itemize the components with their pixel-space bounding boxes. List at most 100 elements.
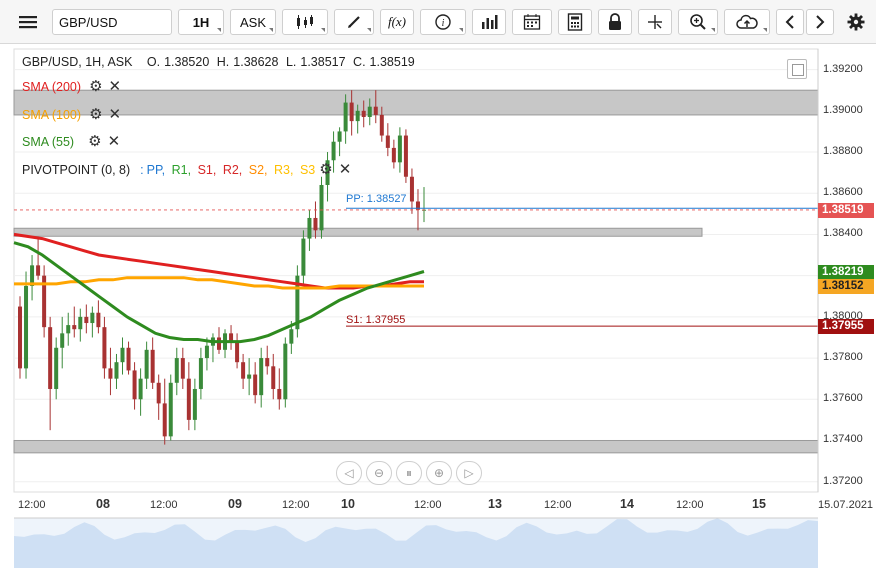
gear-icon[interactable]: ⚙	[319, 162, 332, 177]
legend-pivot-item: R1,	[168, 163, 192, 177]
candle-body	[307, 217, 312, 239]
legend-pivot-item: PP,	[146, 163, 166, 177]
open-label: O.	[146, 55, 161, 69]
ohlc-header: GBP/USD, 1H, ASK O. 1.38520 H. 1.38628 L. 1…	[22, 55, 419, 69]
pp-annotation: PP: 1.38527	[346, 193, 407, 205]
close-icon[interactable]: ✕	[108, 134, 121, 149]
price-tick-label: 1.39200	[823, 62, 863, 75]
zoom-out-button[interactable]: ⊖	[366, 461, 392, 485]
expand-icon[interactable]	[787, 59, 807, 79]
gear-icon[interactable]	[842, 9, 870, 35]
svg-text:i: i	[442, 18, 445, 29]
gear-icon[interactable]: ⚙	[89, 107, 102, 122]
candle-body	[180, 358, 185, 379]
price-tick-label: 1.39000	[823, 103, 863, 116]
close-icon[interactable]: ✕	[109, 107, 122, 122]
candle-body	[337, 131, 342, 142]
legend-sma100[interactable]: SMA (100) ⚙ ✕	[22, 107, 122, 122]
sr-zone	[13, 439, 819, 454]
instrument-label: GBP/USD, 1H, ASK	[22, 55, 133, 69]
function-label: f(x)	[387, 14, 407, 29]
legend-pivot-item: R3,	[270, 163, 294, 177]
price-tick-label: 1.38800	[823, 145, 863, 158]
price-tick-label: 1.38400	[823, 227, 863, 240]
symbol-input[interactable]: GBP/USD	[52, 9, 172, 35]
calculator-icon[interactable]	[558, 9, 592, 35]
legend-sma100-label: SMA (100)	[22, 108, 82, 122]
price-chart[interactable]	[0, 44, 876, 571]
legend-sma200-label: SMA (200)	[22, 80, 82, 94]
time-tick-label: 12:00	[18, 499, 46, 511]
legend-pivot-items: PP, R1, S1, R2, S2, R3, S3	[144, 163, 316, 177]
candle-body	[24, 285, 29, 369]
candle-body	[391, 147, 396, 163]
candle-body	[156, 382, 161, 404]
time-tick-label: 12:00	[282, 499, 310, 511]
close-icon[interactable]: ✕	[109, 79, 122, 94]
price-tick-label: 1.37600	[823, 392, 863, 405]
legend-sma200[interactable]: SMA (200) ⚙ ✕	[22, 79, 122, 94]
legend-pivot-label: PIVOTPOINT (0, 8)	[22, 163, 131, 177]
bar-chart-icon[interactable]	[472, 9, 506, 35]
price-tick-label: 1.38600	[823, 186, 863, 199]
price-tag: 1.38152	[818, 278, 874, 294]
candle-body	[108, 368, 113, 379]
chevron-right-icon[interactable]	[806, 9, 834, 35]
candle-body	[18, 306, 22, 369]
chart-area[interactable]: GBP/USD, 1H, ASK O. 1.38520 H. 1.38628 L. 1…	[0, 44, 876, 571]
timeframe-select[interactable]: 1H	[178, 9, 224, 35]
toolbar: GBP/USD 1H ASK f(x) i	[0, 0, 876, 44]
price-tag: 1.37955	[818, 319, 874, 335]
time-tick-label: 10	[341, 497, 355, 511]
candle-body	[277, 388, 282, 400]
close-icon[interactable]: ✕	[339, 162, 352, 177]
candle-body	[385, 135, 390, 148]
candle-body	[313, 217, 318, 231]
candle-body	[271, 366, 276, 389]
legend-pivotpoint[interactable]: PIVOTPOINT (0, 8) : PP, R1, S1, R2, S2, …	[22, 162, 352, 177]
price-tick-label: 1.37800	[823, 351, 863, 364]
timeframe-label: 1H	[192, 14, 210, 30]
candle-body	[66, 325, 71, 334]
candle-body	[186, 378, 191, 420]
time-tick-label: 13	[488, 497, 502, 511]
candle-body	[355, 110, 360, 122]
candle-body	[265, 358, 270, 367]
chevron-left-icon[interactable]	[776, 9, 804, 35]
draw-pen-icon[interactable]	[334, 9, 374, 35]
candlestick-icon[interactable]	[282, 9, 328, 35]
lock-icon[interactable]	[598, 9, 632, 35]
low-label: L.	[285, 55, 297, 69]
time-tick-label: 15	[752, 497, 766, 511]
candle-body	[192, 388, 197, 420]
price-type-label: ASK	[239, 14, 266, 30]
candle-body	[289, 329, 294, 344]
gear-icon[interactable]: ⚙	[89, 79, 102, 94]
menu-icon[interactable]	[12, 9, 44, 35]
candle-body	[60, 333, 65, 348]
time-tick-label: 14	[620, 497, 634, 511]
high-value: 1.38628	[233, 55, 279, 69]
info-icon[interactable]: i	[420, 9, 466, 35]
candle-body	[301, 238, 306, 276]
price-tag: 1.38519	[818, 202, 874, 218]
candle-body	[361, 110, 366, 117]
crosshair-icon[interactable]	[638, 9, 672, 35]
candle-body	[144, 349, 149, 379]
candle-body	[102, 327, 107, 369]
calendar-icon[interactable]	[512, 9, 552, 35]
price-type-select[interactable]: ASK	[230, 9, 276, 35]
time-tick-label: 12:00	[414, 499, 442, 511]
reset-view-button[interactable]: ⏸	[396, 461, 422, 485]
cloud-upload-icon[interactable]	[724, 9, 770, 35]
legend-sma55[interactable]: SMA (55) ⚙ ✕	[22, 134, 121, 149]
candle-body	[373, 106, 378, 115]
candle-body	[216, 337, 221, 350]
zoom-icon[interactable]	[678, 9, 718, 35]
zoom-in-button[interactable]: ⊕	[426, 461, 452, 485]
function-icon[interactable]: f(x)	[380, 9, 414, 35]
gear-icon[interactable]: ⚙	[88, 134, 101, 149]
chart-nav-controls: ◁ ⊖ ⏸ ⊕ ▷	[336, 461, 482, 485]
scroll-left-button[interactable]: ◁	[336, 461, 362, 485]
scroll-right-button[interactable]: ▷	[456, 461, 482, 485]
